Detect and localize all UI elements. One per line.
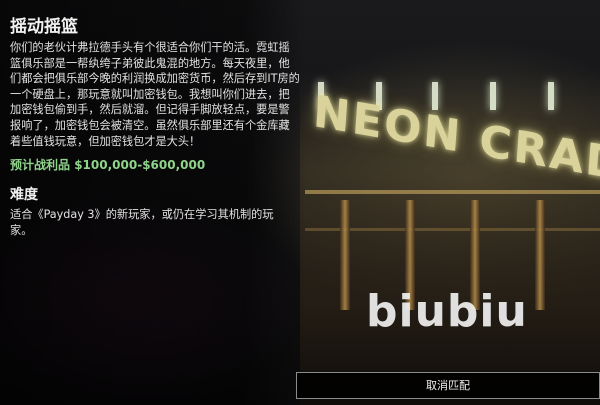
heist-title: 摇动摇篮 [10,17,78,37]
payout-value: $100,000-$600,000 [74,158,206,172]
difficulty-description: 适合《Payday 3》的新玩家，或仍在学习其机制的玩家。 [10,208,274,237]
pillar [340,200,350,310]
balcony-rail [305,190,600,194]
neon-light [432,82,438,110]
watermark-logo: biubiu [366,286,528,337]
payout-line: 预计战利品 $100,000-$600,000 [10,158,205,172]
payout-label: 预计战利品 [10,158,71,172]
neon-light [548,82,554,110]
heist-description: 你们的老伙计弗拉德手头有个很适合你们干的活。霓虹摇篮俱乐部是一帮纨绔子弟彼此鬼混… [10,41,300,148]
neon-light [490,82,496,110]
difficulty-title: 难度 [10,187,38,203]
heist-info-panel: 摇动摇篮 你们的老伙计弗拉德手头有个很适合你们干的活。霓虹摇篮俱乐部是一帮纨绔子… [0,0,306,405]
pillar [535,200,545,310]
cancel-matchmaking-button[interactable]: 取消匹配 [296,372,600,399]
